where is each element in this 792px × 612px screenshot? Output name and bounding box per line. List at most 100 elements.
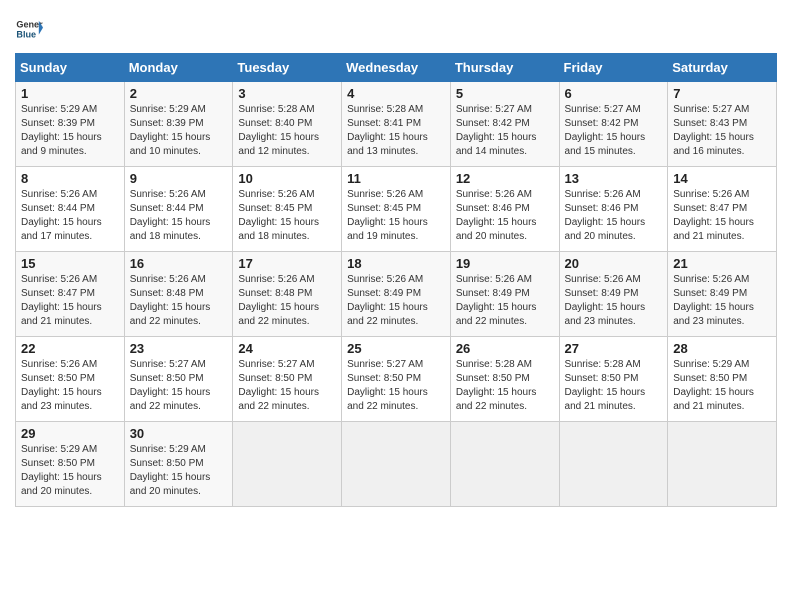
day-info: Sunrise: 5:27 AM Sunset: 8:43 PM Dayligh… (673, 103, 771, 159)
calendar-cell (559, 422, 668, 507)
calendar-cell: 3 Sunrise: 5:28 AM Sunset: 8:40 PM Daylig… (233, 82, 342, 167)
day-info: Sunrise: 5:26 AM Sunset: 8:45 PM Dayligh… (238, 188, 336, 244)
calendar-cell (233, 422, 342, 507)
calendar-cell: 10 Sunrise: 5:26 AM Sunset: 8:45 PM Dayli… (233, 167, 342, 252)
day-number: 15 (21, 256, 119, 271)
calendar-cell: 27 Sunrise: 5:28 AM Sunset: 8:50 PM Dayli… (559, 337, 668, 422)
day-number: 23 (130, 341, 228, 356)
calendar-cell: 9 Sunrise: 5:26 AM Sunset: 8:44 PM Daylig… (124, 167, 233, 252)
day-header-saturday: Saturday (668, 54, 777, 82)
calendar-cell: 14 Sunrise: 5:26 AM Sunset: 8:47 PM Dayli… (668, 167, 777, 252)
calendar-cell: 8 Sunrise: 5:26 AM Sunset: 8:44 PM Daylig… (16, 167, 125, 252)
day-info: Sunrise: 5:26 AM Sunset: 8:49 PM Dayligh… (673, 273, 771, 329)
day-info: Sunrise: 5:26 AM Sunset: 8:49 PM Dayligh… (565, 273, 663, 329)
day-number: 11 (347, 171, 445, 186)
calendar-cell: 23 Sunrise: 5:27 AM Sunset: 8:50 PM Dayli… (124, 337, 233, 422)
day-info: Sunrise: 5:28 AM Sunset: 8:41 PM Dayligh… (347, 103, 445, 159)
day-info: Sunrise: 5:27 AM Sunset: 8:50 PM Dayligh… (238, 358, 336, 414)
days-of-week-row: SundayMondayTuesdayWednesdayThursdayFrid… (16, 54, 777, 82)
day-info: Sunrise: 5:26 AM Sunset: 8:50 PM Dayligh… (21, 358, 119, 414)
day-number: 3 (238, 86, 336, 101)
day-info: Sunrise: 5:26 AM Sunset: 8:46 PM Dayligh… (456, 188, 554, 244)
day-info: Sunrise: 5:29 AM Sunset: 8:50 PM Dayligh… (21, 443, 119, 499)
day-number: 13 (565, 171, 663, 186)
day-number: 24 (238, 341, 336, 356)
calendar-cell (450, 422, 559, 507)
day-number: 21 (673, 256, 771, 271)
day-info: Sunrise: 5:26 AM Sunset: 8:48 PM Dayligh… (130, 273, 228, 329)
calendar-cell: 30 Sunrise: 5:29 AM Sunset: 8:50 PM Dayli… (124, 422, 233, 507)
day-number: 25 (347, 341, 445, 356)
day-number: 16 (130, 256, 228, 271)
calendar-week-5: 29 Sunrise: 5:29 AM Sunset: 8:50 PM Dayli… (16, 422, 777, 507)
day-info: Sunrise: 5:27 AM Sunset: 8:42 PM Dayligh… (565, 103, 663, 159)
day-number: 27 (565, 341, 663, 356)
day-info: Sunrise: 5:27 AM Sunset: 8:50 PM Dayligh… (130, 358, 228, 414)
calendar-cell: 15 Sunrise: 5:26 AM Sunset: 8:47 PM Dayli… (16, 252, 125, 337)
calendar-cell: 16 Sunrise: 5:26 AM Sunset: 8:48 PM Dayli… (124, 252, 233, 337)
calendar-cell: 26 Sunrise: 5:28 AM Sunset: 8:50 PM Dayli… (450, 337, 559, 422)
day-number: 4 (347, 86, 445, 101)
day-header-sunday: Sunday (16, 54, 125, 82)
day-header-wednesday: Wednesday (342, 54, 451, 82)
day-info: Sunrise: 5:28 AM Sunset: 8:50 PM Dayligh… (456, 358, 554, 414)
calendar-week-4: 22 Sunrise: 5:26 AM Sunset: 8:50 PM Dayli… (16, 337, 777, 422)
calendar-cell: 11 Sunrise: 5:26 AM Sunset: 8:45 PM Dayli… (342, 167, 451, 252)
day-info: Sunrise: 5:26 AM Sunset: 8:45 PM Dayligh… (347, 188, 445, 244)
day-info: Sunrise: 5:29 AM Sunset: 8:50 PM Dayligh… (130, 443, 228, 499)
header: General Blue (15, 15, 777, 43)
logo: General Blue (15, 15, 43, 43)
day-info: Sunrise: 5:29 AM Sunset: 8:39 PM Dayligh… (130, 103, 228, 159)
day-number: 10 (238, 171, 336, 186)
calendar-cell: 4 Sunrise: 5:28 AM Sunset: 8:41 PM Daylig… (342, 82, 451, 167)
day-info: Sunrise: 5:28 AM Sunset: 8:50 PM Dayligh… (565, 358, 663, 414)
calendar-cell: 5 Sunrise: 5:27 AM Sunset: 8:42 PM Daylig… (450, 82, 559, 167)
day-header-friday: Friday (559, 54, 668, 82)
day-info: Sunrise: 5:27 AM Sunset: 8:42 PM Dayligh… (456, 103, 554, 159)
day-number: 29 (21, 426, 119, 441)
day-info: Sunrise: 5:29 AM Sunset: 8:50 PM Dayligh… (673, 358, 771, 414)
calendar-cell: 25 Sunrise: 5:27 AM Sunset: 8:50 PM Dayli… (342, 337, 451, 422)
day-info: Sunrise: 5:27 AM Sunset: 8:50 PM Dayligh… (347, 358, 445, 414)
day-info: Sunrise: 5:26 AM Sunset: 8:49 PM Dayligh… (347, 273, 445, 329)
day-number: 18 (347, 256, 445, 271)
day-number: 9 (130, 171, 228, 186)
day-info: Sunrise: 5:28 AM Sunset: 8:40 PM Dayligh… (238, 103, 336, 159)
calendar-cell: 18 Sunrise: 5:26 AM Sunset: 8:49 PM Dayli… (342, 252, 451, 337)
day-info: Sunrise: 5:29 AM Sunset: 8:39 PM Dayligh… (21, 103, 119, 159)
day-number: 22 (21, 341, 119, 356)
calendar-cell: 6 Sunrise: 5:27 AM Sunset: 8:42 PM Daylig… (559, 82, 668, 167)
day-number: 6 (565, 86, 663, 101)
calendar-cell: 13Sunrise: 5:26 AM Sunset: 8:46 PM Dayli… (559, 167, 668, 252)
calendar-body: 1Sunrise: 5:29 AM Sunset: 8:39 PM Daylig… (16, 82, 777, 507)
day-number: 17 (238, 256, 336, 271)
calendar-cell: 2 Sunrise: 5:29 AM Sunset: 8:39 PM Daylig… (124, 82, 233, 167)
logo-icon: General Blue (15, 15, 43, 43)
calendar-cell: 17 Sunrise: 5:26 AM Sunset: 8:48 PM Dayli… (233, 252, 342, 337)
day-info: Sunrise: 5:26 AM Sunset: 8:47 PM Dayligh… (21, 273, 119, 329)
calendar-cell: 20 Sunrise: 5:26 AM Sunset: 8:49 PM Dayli… (559, 252, 668, 337)
day-info: Sunrise: 5:26 AM Sunset: 8:48 PM Dayligh… (238, 273, 336, 329)
day-number: 2 (130, 86, 228, 101)
calendar-week-3: 15 Sunrise: 5:26 AM Sunset: 8:47 PM Dayli… (16, 252, 777, 337)
day-header-monday: Monday (124, 54, 233, 82)
calendar-week-1: 1Sunrise: 5:29 AM Sunset: 8:39 PM Daylig… (16, 82, 777, 167)
calendar-cell: 7 Sunrise: 5:27 AM Sunset: 8:43 PM Daylig… (668, 82, 777, 167)
day-info: Sunrise: 5:26 AM Sunset: 8:44 PM Dayligh… (130, 188, 228, 244)
day-number: 20 (565, 256, 663, 271)
calendar-cell: 22 Sunrise: 5:26 AM Sunset: 8:50 PM Dayli… (16, 337, 125, 422)
day-number: 7 (673, 86, 771, 101)
calendar-cell: 21 Sunrise: 5:26 AM Sunset: 8:49 PM Dayli… (668, 252, 777, 337)
day-number: 30 (130, 426, 228, 441)
day-number: 8 (21, 171, 119, 186)
calendar-week-2: 8 Sunrise: 5:26 AM Sunset: 8:44 PM Daylig… (16, 167, 777, 252)
day-info: Sunrise: 5:26 AM Sunset: 8:44 PM Dayligh… (21, 188, 119, 244)
day-info: Sunrise: 5:26 AM Sunset: 8:47 PM Dayligh… (673, 188, 771, 244)
day-number: 14 (673, 171, 771, 186)
day-number: 5 (456, 86, 554, 101)
calendar-cell: 28Sunrise: 5:29 AM Sunset: 8:50 PM Dayli… (668, 337, 777, 422)
calendar-table: SundayMondayTuesdayWednesdayThursdayFrid… (15, 53, 777, 507)
calendar-cell: 29 Sunrise: 5:29 AM Sunset: 8:50 PM Dayli… (16, 422, 125, 507)
calendar-header: SundayMondayTuesdayWednesdayThursdayFrid… (16, 54, 777, 82)
day-number: 26 (456, 341, 554, 356)
